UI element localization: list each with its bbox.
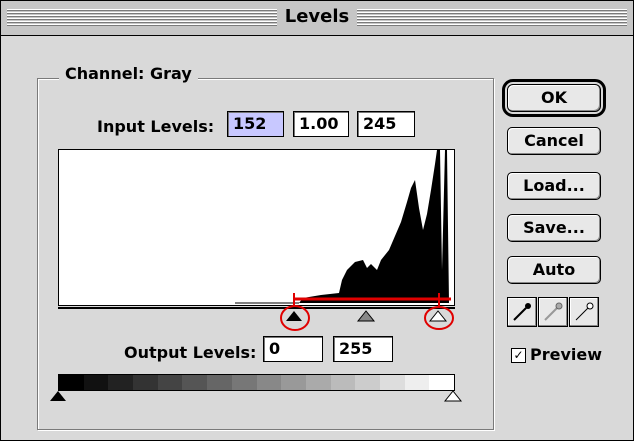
output-white-field[interactable]: 255	[333, 336, 393, 362]
save-button[interactable]: Save...	[507, 214, 601, 242]
levels-dialog: Levels Channel: Gray Input Levels: 152 1…	[0, 0, 634, 441]
gray-point-eyedropper-icon	[544, 302, 563, 321]
cancel-button[interactable]: Cancel	[507, 127, 601, 155]
output-black-handle[interactable]	[50, 391, 66, 401]
white-point-handle[interactable]	[428, 310, 448, 322]
output-levels-label: Output Levels:	[124, 343, 257, 362]
output-white-handle[interactable]	[443, 390, 463, 402]
black-eyedropper-button[interactable]	[507, 297, 537, 327]
output-slider-handles[interactable]	[1, 389, 635, 405]
white-point-eyedropper-icon	[575, 302, 594, 321]
preview-checkbox[interactable]: ✓	[511, 348, 526, 363]
black-point-eyedropper-icon	[513, 303, 531, 321]
ok-button[interactable]: OK	[502, 79, 606, 117]
gamma-handle[interactable]	[356, 310, 376, 322]
black-point-handle[interactable]	[286, 311, 302, 321]
output-black-field[interactable]: 0	[263, 336, 323, 362]
white-eyedropper-button[interactable]	[569, 297, 599, 327]
gray-eyedropper-button[interactable]	[538, 297, 568, 327]
preview-label[interactable]: Preview	[530, 345, 602, 364]
auto-button[interactable]: Auto	[507, 256, 601, 284]
load-button[interactable]: Load...	[507, 172, 601, 200]
